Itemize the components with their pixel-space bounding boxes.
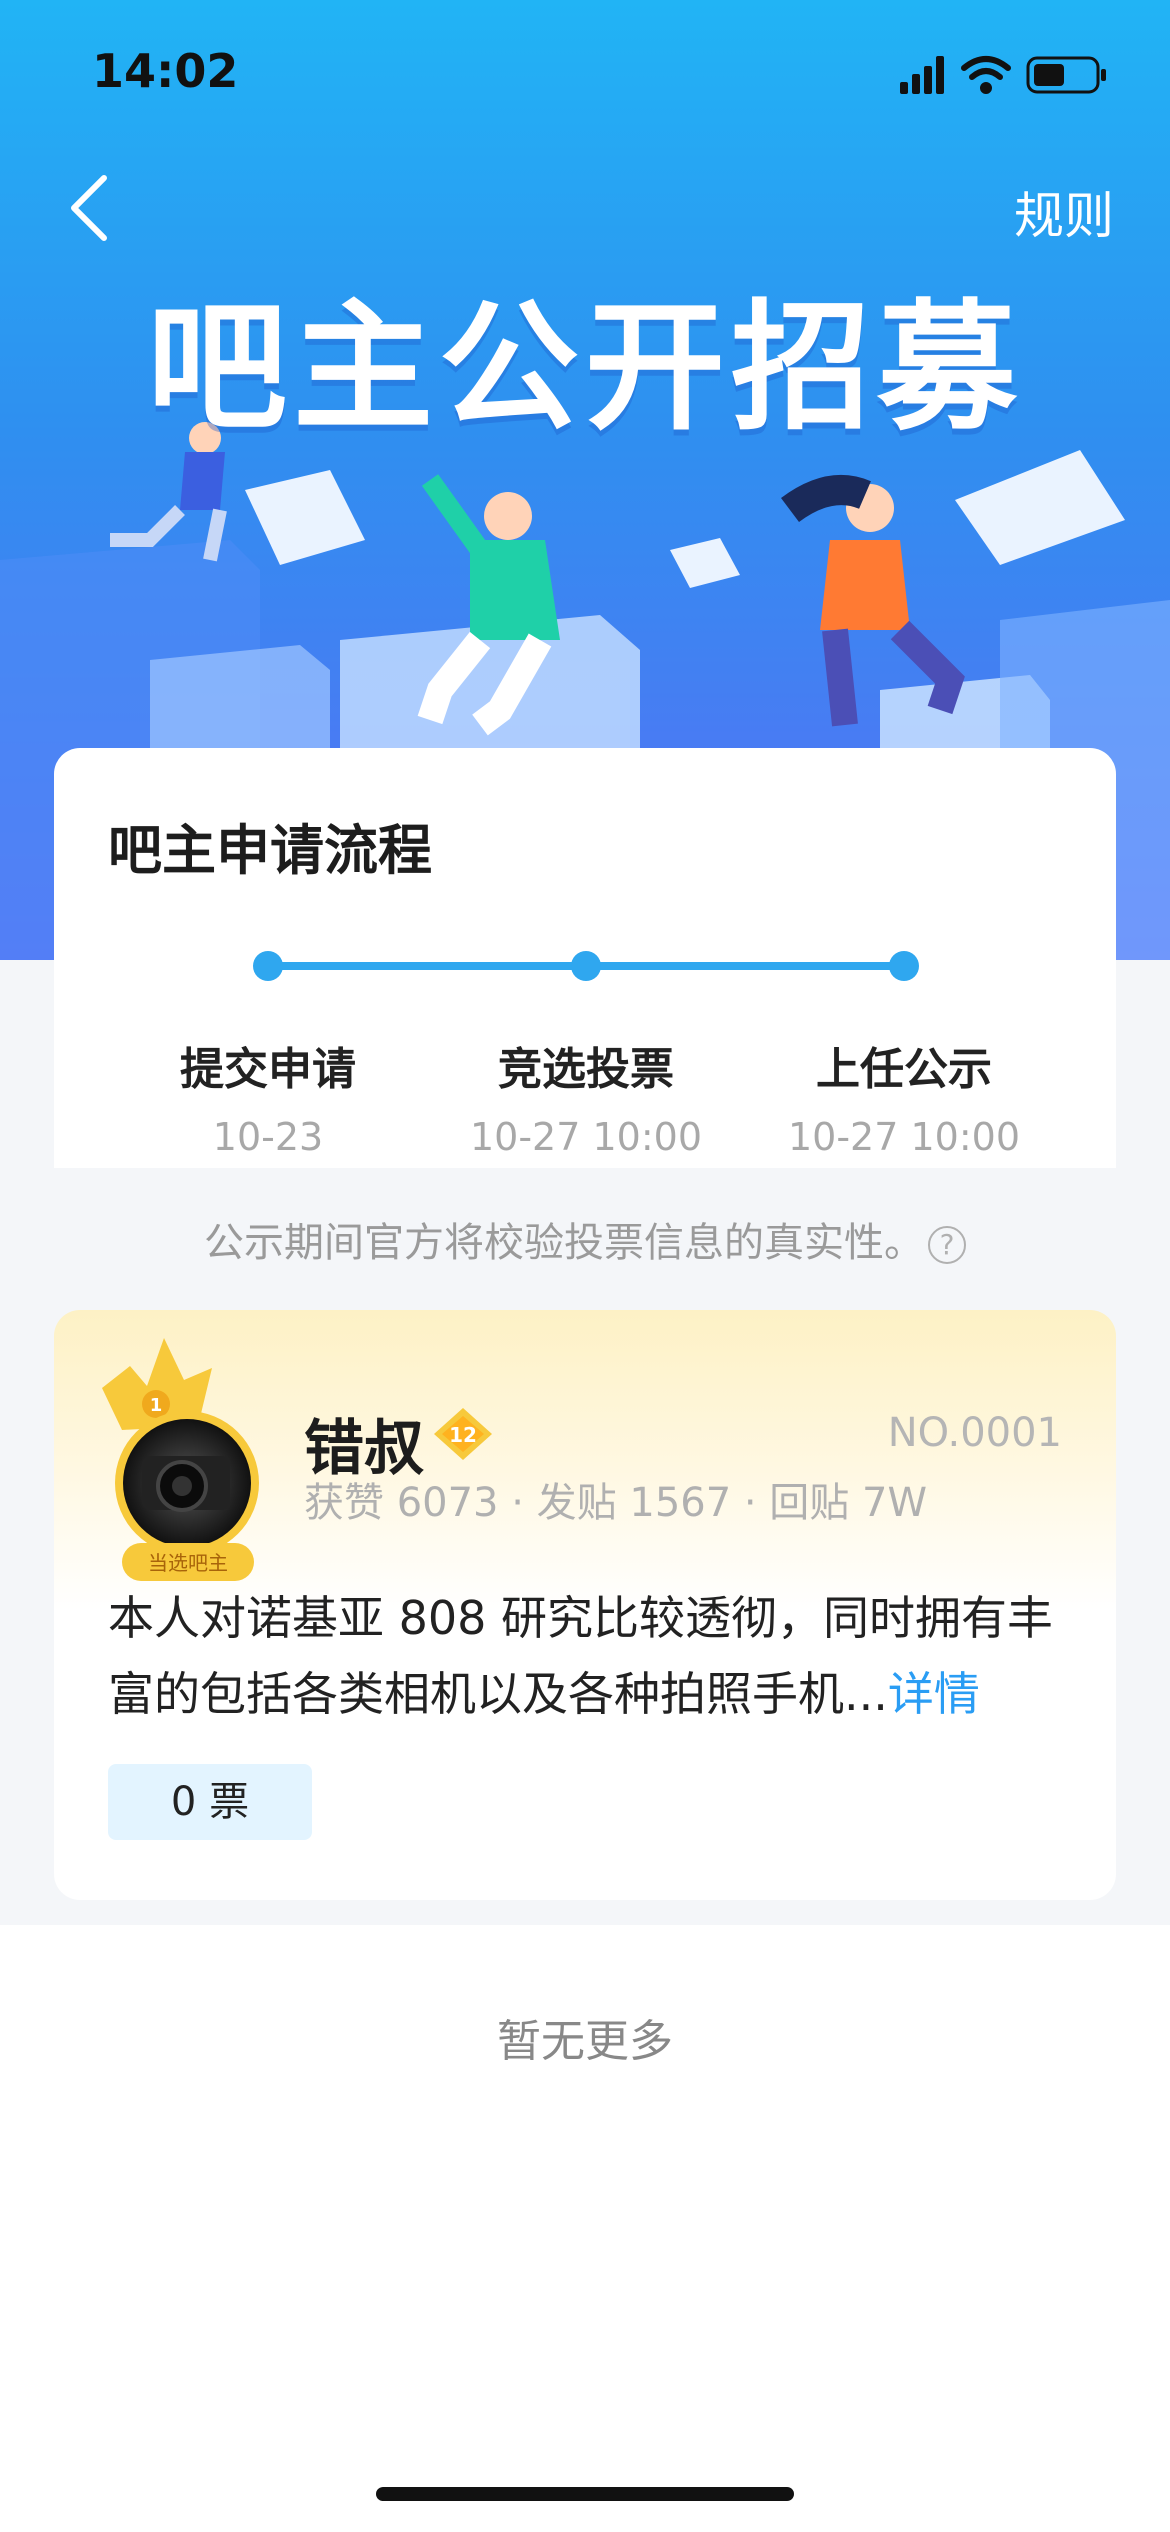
back-chevron-icon[interactable] <box>60 168 120 248</box>
step-dot <box>889 951 919 981</box>
detail-link[interactable]: 详情 <box>888 1667 980 1721</box>
candidate-card[interactable]: 1 当选吧主 错叔 12 NO.0001 获赞 6073 · 发贴 1567 ·… <box>54 1310 1116 1900</box>
home-indicator[interactable] <box>376 2487 794 2501</box>
process-step-announce: 上任公示 10-27 10:00 <box>744 1033 1064 1159</box>
process-card: 吧主申请流程 提交申请 10-23 竞选投票 10-27 10:00 上任公示 … <box>54 748 1116 1168</box>
status-time: 14:02 <box>92 44 239 98</box>
step-time: 10-27 10:00 <box>469 1115 702 1159</box>
status-icons <box>900 56 1106 94</box>
elected-badge: 当选吧主 <box>148 1551 228 1575</box>
step-dot <box>571 951 601 981</box>
notice-text: 公示期间官方将校验投票信息的真实性。 <box>204 1220 924 1266</box>
candidate-description: 本人对诺基亚 808 研究比较透彻，同时拥有丰富的包括各类相机以及各种拍照手机.… <box>108 1580 1068 1732</box>
help-question-icon[interactable]: ? <box>928 1226 966 1264</box>
battery-icon <box>1026 56 1106 94</box>
step-time: 10-27 10:00 <box>787 1115 1020 1159</box>
step-label: 提交申请 <box>180 1044 356 1095</box>
no-more-text: 暂无更多 <box>497 2016 673 2067</box>
signal-icon <box>900 56 944 94</box>
candidate-stats: 获赞 6073 · 发贴 1567 · 回贴 7W <box>304 1480 928 1526</box>
level-badge: 12 <box>434 1408 492 1460</box>
avatar[interactable]: 1 当选吧主 <box>102 1338 272 1588</box>
level-number: 12 <box>449 1423 477 1447</box>
verification-notice: 公示期间官方将校验投票信息的真实性。? <box>0 1210 1170 1268</box>
process-step-submit: 提交申请 10-23 <box>108 1033 428 1159</box>
candidate-number: NO.0001 <box>887 1410 1062 1456</box>
rules-link[interactable]: 规则 <box>1014 176 1114 248</box>
step-dot <box>253 951 283 981</box>
hero-title: 吧主公开招募 <box>146 287 1023 450</box>
process-step-vote: 竞选投票 10-27 10:00 <box>426 1033 746 1159</box>
vote-count-button[interactable]: 0 票 <box>108 1764 312 1840</box>
step-label: 竞选投票 <box>498 1044 674 1095</box>
step-label: 上任公示 <box>816 1044 992 1095</box>
step-time: 10-23 <box>212 1115 324 1159</box>
wifi-icon <box>961 56 1011 94</box>
svg-text:1: 1 <box>150 1395 163 1416</box>
status-bar: 14:02 <box>0 0 1170 150</box>
